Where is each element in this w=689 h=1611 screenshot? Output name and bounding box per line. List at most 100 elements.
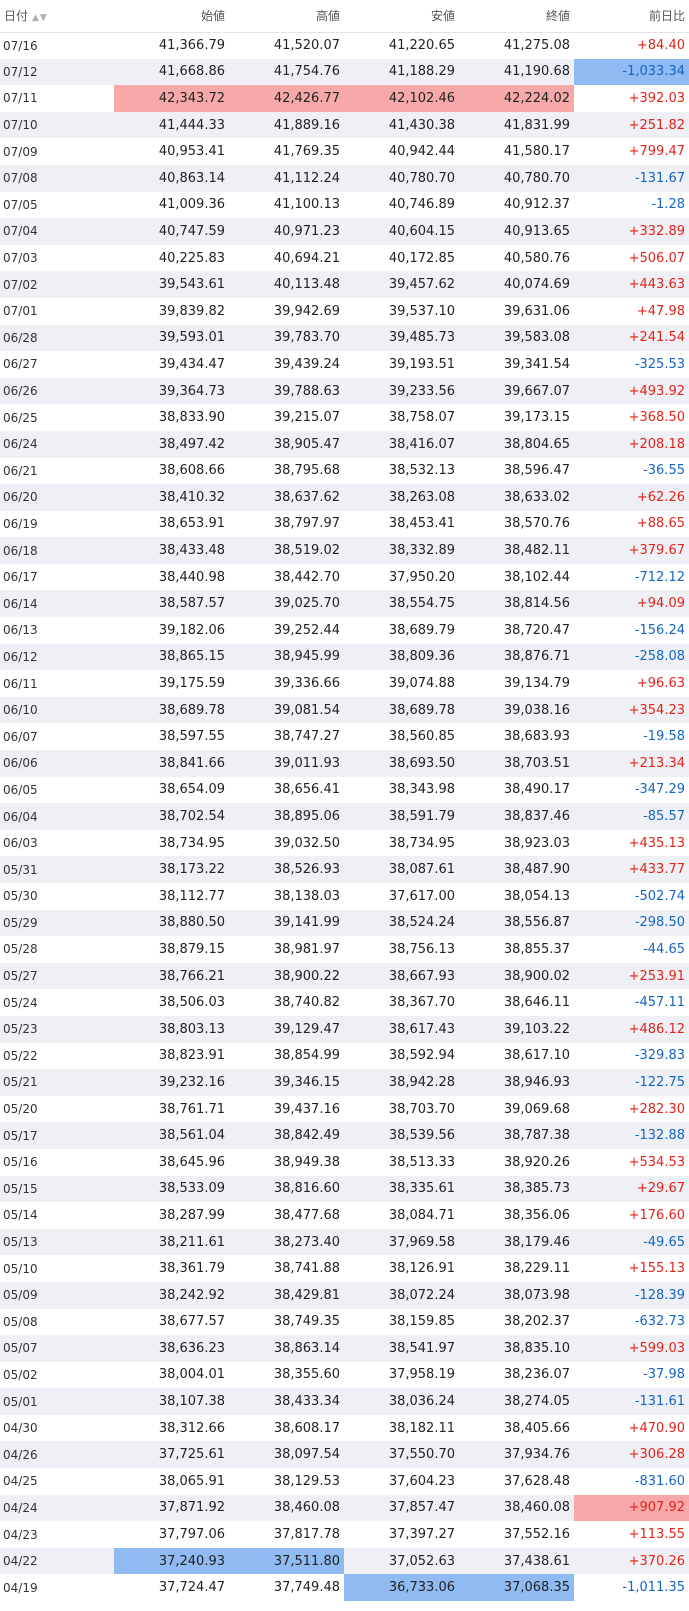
- cell-close: 42,224.02: [459, 85, 574, 112]
- cell-date: 07/16: [3, 38, 38, 53]
- table-row: 07/05 41,009.36 41,100.13 40,746.89 40,912.3…: [0, 192, 689, 219]
- sort-arrows-icon[interactable]: ▲▼: [32, 13, 48, 23]
- cell-high: 38,854.99: [273, 1048, 340, 1064]
- cell-date: 06/19: [3, 516, 38, 531]
- cell-open: 38,312.66: [158, 1420, 225, 1436]
- cell-low: 37,857.47: [344, 1494, 459, 1522]
- cell-open: 38,702.54: [114, 803, 229, 830]
- cell-low: 38,532.13: [388, 463, 455, 479]
- cell-open: 38,734.95: [158, 835, 225, 851]
- cell-low: 38,087.61: [344, 856, 459, 883]
- cell-change: +799.47: [628, 144, 685, 160]
- cell-change: +213.34: [574, 750, 689, 777]
- cell-close: 38,202.37: [503, 1314, 570, 1330]
- cell-open: 38,440.98: [158, 569, 225, 585]
- column-header-change[interactable]: 前日比: [574, 0, 689, 33]
- cell-low: 38,560.85: [388, 729, 455, 745]
- cell-high: 40,971.23: [229, 218, 344, 245]
- cell-date: 07/02: [0, 271, 114, 298]
- cell-date: 05/01: [0, 1388, 114, 1415]
- cell-close: 39,173.15: [503, 410, 570, 426]
- cell-high: 38,138.03: [273, 888, 340, 904]
- table-row: 04/19 37,724.47 37,749.48 36,733.06 37,068.3…: [0, 1574, 689, 1602]
- cell-high: 38,519.02: [229, 537, 344, 564]
- cell-low: 38,182.11: [388, 1420, 455, 1436]
- cell-low: 40,942.44: [388, 144, 455, 160]
- cell-date: 05/27: [0, 962, 114, 990]
- cell-change: -85.57: [574, 803, 689, 830]
- cell-close: 38,633.02: [459, 484, 574, 511]
- cell-low: 41,188.29: [344, 58, 459, 86]
- column-header-date[interactable]: 日付 ▲▼: [0, 0, 114, 33]
- cell-change: -131.67: [574, 164, 689, 192]
- cell-low: 40,746.89: [388, 197, 455, 213]
- table-row: 05/13 38,211.61 38,273.40 37,969.58 38,179.4…: [0, 1228, 689, 1256]
- cell-high: 38,442.70: [273, 569, 340, 585]
- table-row: 05/24 38,506.03 38,740.82 38,367.70 38,646.1…: [0, 989, 689, 1016]
- cell-high: 37,817.78: [273, 1527, 340, 1543]
- cell-close: 38,683.93: [503, 729, 570, 745]
- cell-open: 38,653.91: [158, 516, 225, 532]
- cell-open: 42,343.72: [114, 85, 229, 112]
- table-row: 05/20 38,761.71 39,437.16 38,703.70 39,069.6…: [0, 1096, 689, 1123]
- cell-close: 38,460.08: [459, 1494, 574, 1522]
- cell-change: +241.54: [574, 324, 689, 352]
- cell-date: 07/11: [3, 91, 38, 106]
- cell-close: 38,900.02: [459, 962, 574, 990]
- cell-date: 05/20: [3, 1102, 38, 1117]
- table-row: 06/18 38,433.48 38,519.02 38,332.89 38,482.1…: [0, 537, 689, 564]
- cell-close: 39,038.16: [459, 696, 574, 724]
- cell-change: +443.63: [574, 271, 689, 298]
- cell-close: 38,596.47: [503, 463, 570, 479]
- cell-high: 39,788.63: [229, 377, 344, 405]
- cell-date: 06/12: [0, 643, 114, 671]
- table-row: 05/17 38,561.04 38,842.49 38,539.56 38,787.3…: [0, 1122, 689, 1149]
- cell-high: 38,797.97: [273, 516, 340, 532]
- cell-open: 39,593.01: [114, 324, 229, 352]
- cell-low: 38,263.08: [344, 484, 459, 511]
- cell-low: 38,689.79: [388, 622, 455, 638]
- column-header-high[interactable]: 高値: [229, 0, 344, 33]
- table-row: 07/12 41,668.86 41,754.76 41,188.29 41,190.6…: [0, 58, 689, 86]
- cell-date: 05/17: [0, 1122, 114, 1149]
- cell-open: 38,506.03: [158, 995, 225, 1011]
- cell-change: +370.26: [574, 1547, 689, 1575]
- column-header-open[interactable]: 始値: [114, 0, 229, 33]
- cell-low: 41,430.38: [344, 111, 459, 139]
- cell-open: 38,803.13: [114, 1015, 229, 1043]
- cell-high: 38,477.68: [273, 1207, 340, 1223]
- table-row: 06/11 39,175.59 39,336.66 39,074.88 39,134.7…: [0, 670, 689, 697]
- cell-change: +282.30: [628, 1101, 685, 1117]
- cell-low: 38,072.24: [344, 1281, 459, 1309]
- cell-close: 38,646.11: [503, 995, 570, 1011]
- cell-change: +29.67: [574, 1175, 689, 1203]
- table-row: 06/24 38,497.42 38,905.47 38,416.07 38,804.6…: [0, 430, 689, 458]
- column-header-low[interactable]: 安値: [344, 0, 459, 33]
- cell-low: 38,554.75: [344, 590, 459, 618]
- cell-open: 39,232.16: [114, 1069, 229, 1096]
- cell-close: 41,190.68: [459, 58, 574, 86]
- cell-high: 39,252.44: [273, 622, 340, 638]
- table-row: 06/06 38,841.66 39,011.93 38,693.50 38,703.5…: [0, 750, 689, 777]
- cell-open: 38,823.91: [158, 1048, 225, 1064]
- cell-date: 06/04: [0, 803, 114, 830]
- cell-high: 41,754.76: [229, 58, 344, 86]
- cell-change: +435.13: [628, 835, 685, 851]
- cell-open: 38,766.21: [114, 962, 229, 990]
- column-header-close[interactable]: 終値: [459, 0, 574, 33]
- cell-low: 38,367.70: [388, 995, 455, 1011]
- cell-open: 40,863.14: [114, 164, 229, 192]
- cell-close: 38,490.17: [503, 782, 570, 798]
- cell-change: -37.98: [643, 1367, 685, 1383]
- cell-high: 38,740.82: [273, 995, 340, 1011]
- cell-close: 38,385.73: [459, 1175, 574, 1203]
- cell-open: 38,211.61: [114, 1228, 229, 1256]
- cell-close: 37,552.16: [503, 1527, 570, 1543]
- cell-close: 39,583.08: [459, 324, 574, 352]
- cell-date: 05/13: [0, 1228, 114, 1256]
- cell-high: 38,433.34: [229, 1388, 344, 1415]
- cell-high: 38,863.14: [229, 1335, 344, 1362]
- cell-open: 41,366.79: [158, 38, 225, 54]
- cell-change: +47.98: [636, 303, 685, 319]
- cell-close: 39,134.79: [503, 676, 570, 692]
